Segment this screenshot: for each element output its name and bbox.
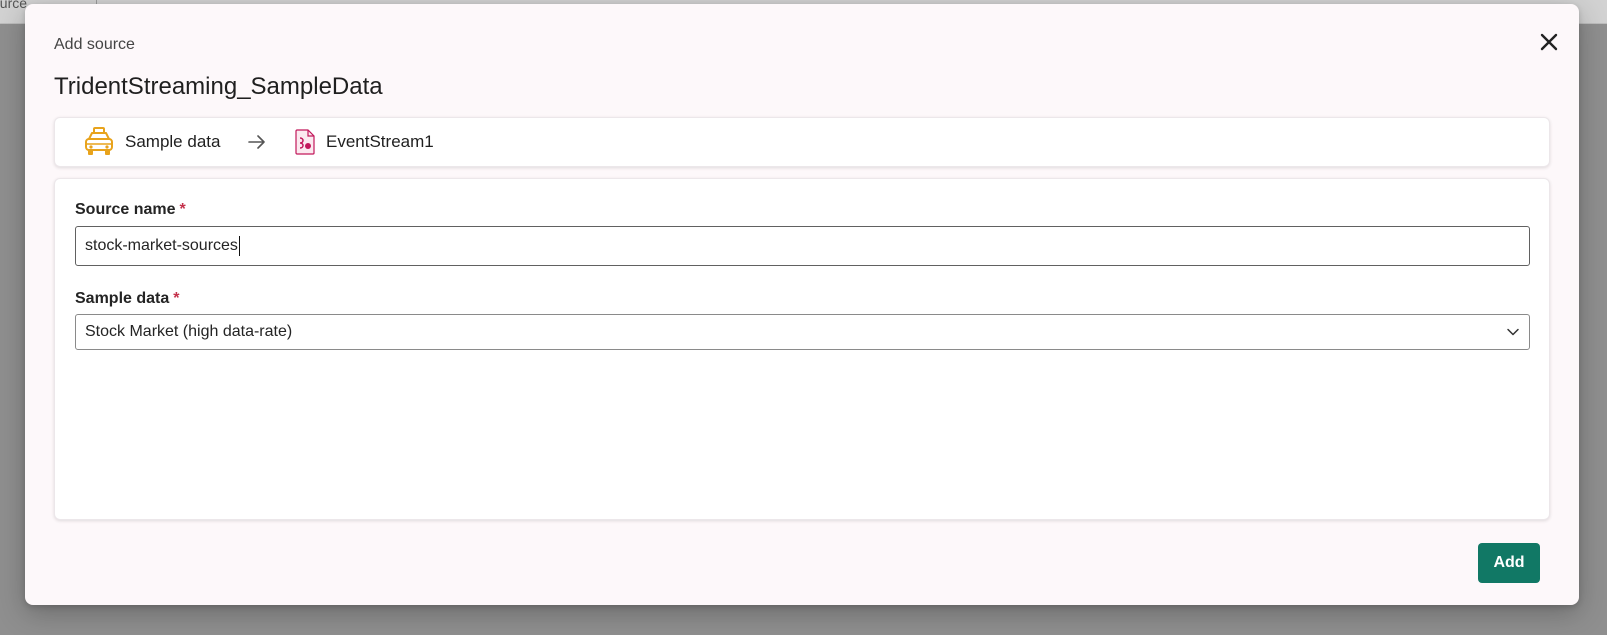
close-button[interactable] [1533, 26, 1565, 58]
arrow-right-icon [248, 135, 265, 149]
text-caret [238, 236, 240, 256]
source-name-label: Source name * [75, 201, 186, 219]
source-form: Source name * stock-market-sources Sample… [54, 178, 1550, 520]
source-name-value: stock-market-sources [85, 237, 238, 254]
sample-data-selected-value: Stock Market (high data-rate) [85, 323, 293, 340]
add-button[interactable]: Add [1478, 543, 1540, 583]
sample-data-dropdown[interactable]: Stock Market (high data-rate) [75, 314, 1530, 350]
chevron-down-icon [1507, 328, 1519, 336]
source-name-label-text: Source name [75, 201, 176, 218]
eventstream-icon [295, 129, 315, 155]
source-destination-path: Sample data EventStream1 [54, 117, 1550, 167]
sample-data-label-text: Sample data [75, 290, 170, 307]
required-indicator: * [173, 290, 180, 307]
close-icon [1540, 33, 1558, 51]
required-indicator: * [179, 201, 186, 218]
path-source-label: Sample data [125, 132, 221, 151]
path-destination-label: EventStream1 [326, 132, 434, 151]
sample-data-label: Sample data * [75, 290, 180, 308]
add-source-dialog: Add source TridentStreaming_SampleData S… [25, 4, 1579, 605]
path-source: Sample data [83, 118, 220, 166]
background-source-tab-label: ource [0, 0, 28, 11]
source-name-input[interactable]: stock-market-sources [75, 226, 1530, 266]
path-destination: EventStream1 [294, 118, 434, 166]
dialog-title: TridentStreaming_SampleData [54, 73, 383, 100]
dialog-kicker: Add source [54, 36, 135, 53]
taxi-icon [85, 127, 113, 155]
